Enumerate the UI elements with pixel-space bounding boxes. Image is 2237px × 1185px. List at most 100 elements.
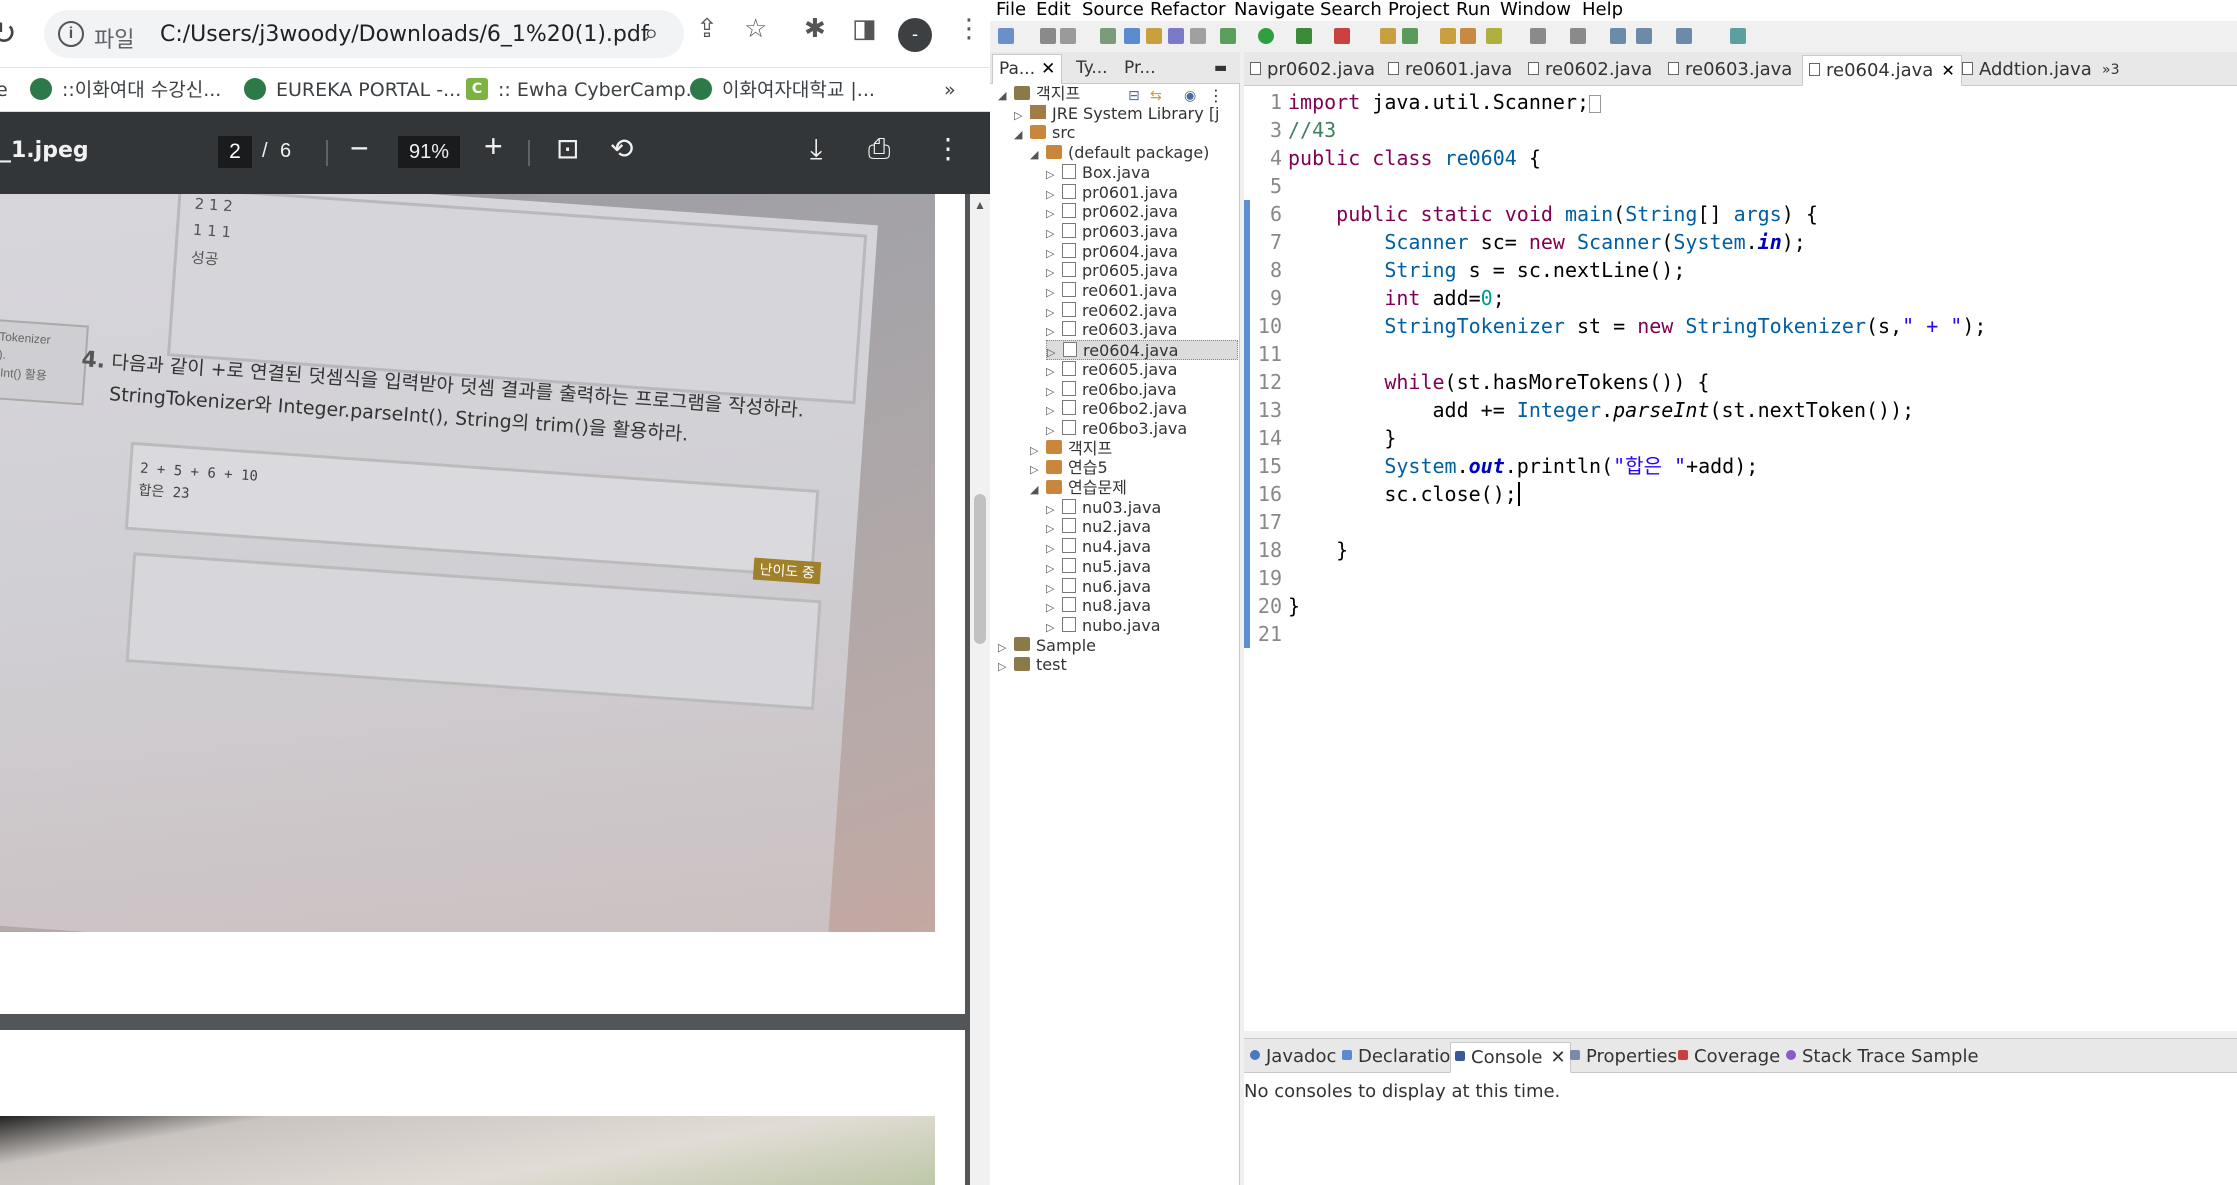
close-icon[interactable]: ✕ bbox=[1550, 1047, 1565, 1068]
menu-help[interactable]: Help bbox=[1582, 0, 1623, 20]
site-info-icon[interactable]: i bbox=[58, 21, 84, 47]
tree-file-item[interactable]: ▷ pr0601.java bbox=[1046, 183, 1178, 203]
tree-node[interactable]: ◢ src bbox=[1014, 123, 1075, 143]
toolbar-icon[interactable] bbox=[1100, 28, 1116, 44]
bookmark-star-icon[interactable]: ☆ bbox=[744, 14, 767, 44]
toolbar-icon[interactable] bbox=[1168, 28, 1184, 44]
fit-page-icon[interactable]: ⊡ bbox=[556, 132, 579, 165]
editor-tab[interactable]: re0603.java bbox=[1662, 55, 1798, 86]
save-icon[interactable] bbox=[1040, 28, 1056, 44]
close-icon[interactable]: ✕ bbox=[1941, 61, 1954, 80]
download-icon[interactable]: ⤓ bbox=[810, 132, 822, 166]
bookmark-item[interactable]: 이화여자대학교 |... bbox=[690, 68, 875, 112]
new-class-icon[interactable] bbox=[1402, 28, 1418, 44]
expanded-arrow-icon[interactable]: ◢ bbox=[1014, 125, 1024, 145]
menu-project[interactable]: Project bbox=[1388, 0, 1450, 20]
debug-icon[interactable] bbox=[1220, 28, 1236, 44]
menu-search[interactable]: Search bbox=[1320, 0, 1382, 20]
editor-tab[interactable]: pr0602.java bbox=[1244, 55, 1381, 86]
tree-file-item[interactable]: ▷ re0604.java bbox=[1046, 340, 1238, 361]
expanded-arrow-icon[interactable]: ◢ bbox=[998, 86, 1008, 106]
side-panel-icon[interactable]: ◨ bbox=[852, 14, 877, 44]
tab-package-explorer[interactable]: Pa... ✕ bbox=[992, 54, 1063, 84]
close-icon[interactable]: ✕ bbox=[1041, 59, 1055, 79]
tree-file-item[interactable]: ▷ nu2.java bbox=[1046, 517, 1151, 537]
menu-window[interactable]: Window bbox=[1500, 0, 1571, 20]
bookmark-item[interactable]: ::이화여대 수강신... bbox=[30, 68, 221, 112]
bookmark-item[interactable]: C:: Ewha CyberCamp... bbox=[466, 68, 704, 112]
tree-file-item[interactable]: ▷ re0602.java bbox=[1046, 301, 1177, 321]
annotation-icon[interactable] bbox=[1570, 28, 1586, 44]
tab-type-hierarchy[interactable]: Ty... bbox=[1070, 54, 1114, 84]
tree-file-item[interactable]: ▷ Box.java bbox=[1046, 163, 1150, 183]
toolbar-icon[interactable] bbox=[1146, 28, 1162, 44]
run-icon[interactable] bbox=[1258, 28, 1274, 44]
bookmark-item[interactable]: EUREKA PORTAL -... bbox=[244, 68, 461, 112]
tab-stack-trace-sample[interactable]: Stack Trace Sample bbox=[1782, 1042, 1983, 1073]
tab-javadoc[interactable]: Javadoc bbox=[1246, 1042, 1340, 1073]
tab-properties[interactable]: Properties bbox=[1566, 1042, 1681, 1073]
collapsed-arrow-icon[interactable]: ▷ bbox=[998, 657, 1008, 677]
tree-file-item[interactable]: ▷ re06bo3.java bbox=[1046, 419, 1187, 439]
menu-kebab-icon[interactable]: ⋮ bbox=[956, 14, 982, 44]
expanded-arrow-icon[interactable]: ◢ bbox=[1030, 145, 1040, 165]
new-icon[interactable] bbox=[998, 28, 1014, 44]
zoom-in-icon[interactable]: + bbox=[484, 128, 503, 165]
tree-file-item[interactable]: ▷ re06bo2.java bbox=[1046, 399, 1187, 419]
toolbar-icon[interactable] bbox=[1190, 28, 1206, 44]
tabs-overflow[interactable]: »3 bbox=[2096, 55, 2125, 86]
tree-file-item[interactable]: ▷ re0601.java bbox=[1046, 281, 1177, 301]
save-all-icon[interactable] bbox=[1060, 28, 1076, 44]
tree-node[interactable]: ▷ Sample bbox=[998, 636, 1096, 656]
tree-file-item[interactable]: ▷ pr0604.java bbox=[1046, 242, 1178, 262]
code-editor[interactable]: 1 3 4 5 6 7 8 9 10 11 12 13 14 15 16 17 … bbox=[1244, 86, 2237, 1031]
tree-file-item[interactable]: ▷ nu5.java bbox=[1046, 557, 1151, 577]
scroll-thumb[interactable] bbox=[974, 494, 986, 644]
tree-node[interactable]: ▷ JRE System Library [j bbox=[1014, 104, 1220, 124]
tree-file-item[interactable]: ▷ re0605.java bbox=[1046, 360, 1177, 380]
open-type-icon[interactable] bbox=[1440, 28, 1456, 44]
expanded-arrow-icon[interactable]: ◢ bbox=[1030, 480, 1040, 500]
editor-tab[interactable]: re0601.java bbox=[1382, 55, 1518, 86]
tree-node[interactable]: ◢ 객지프 bbox=[998, 84, 1080, 104]
tree-node[interactable]: ◢ 연습문제 bbox=[1030, 478, 1127, 498]
back-icon[interactable] bbox=[1610, 28, 1626, 44]
more-actions-icon[interactable]: ⋮ bbox=[934, 132, 962, 165]
coverage-icon[interactable] bbox=[1296, 28, 1312, 44]
tree-file-item[interactable]: ▷ pr0605.java bbox=[1046, 261, 1178, 281]
page-number-input[interactable]: 2 bbox=[218, 136, 252, 168]
tree-file-item[interactable]: ▷ pr0602.java bbox=[1046, 202, 1178, 222]
tree-file-item[interactable]: ▷ nu6.java bbox=[1046, 577, 1151, 597]
tree-node[interactable]: ▷ 객지프 bbox=[1030, 439, 1112, 459]
zoom-search-icon[interactable]: ⌕ bbox=[644, 18, 659, 49]
tab-coverage[interactable]: Coverage bbox=[1674, 1042, 1784, 1073]
forward-icon[interactable] bbox=[1676, 28, 1692, 44]
tree-node[interactable]: ▷ 연습5 bbox=[1030, 458, 1108, 478]
url-text[interactable]: C:/Users/j3woody/Downloads/6_1%20(1).pdf bbox=[160, 22, 649, 47]
tree-file-item[interactable]: ▷ pr0603.java bbox=[1046, 222, 1178, 242]
editor-tab[interactable]: re0602.java bbox=[1522, 55, 1658, 86]
extensions-icon[interactable]: ✱ bbox=[804, 14, 826, 44]
tree-file-item[interactable]: ▷ nu8.java bbox=[1046, 596, 1151, 616]
tab-console[interactable]: Console ✕ bbox=[1450, 1042, 1571, 1073]
external-tools-icon[interactable] bbox=[1334, 28, 1350, 44]
menu-refactor[interactable]: Refactor bbox=[1150, 0, 1226, 20]
tab-project-explorer[interactable]: Pr... bbox=[1118, 54, 1162, 84]
search-icon[interactable] bbox=[1486, 28, 1502, 44]
menu-navigate[interactable]: Navigate bbox=[1234, 0, 1315, 20]
avatar[interactable]: - bbox=[898, 18, 932, 52]
menu-edit[interactable]: Edit bbox=[1036, 0, 1071, 20]
reload-icon[interactable]: ↻ bbox=[0, 14, 30, 54]
tree-file-item[interactable]: ▷ nu4.java bbox=[1046, 537, 1151, 557]
tree-file-item[interactable]: ▷ re0603.java bbox=[1046, 320, 1177, 340]
annotation-icon[interactable] bbox=[1530, 28, 1546, 44]
share-icon[interactable]: ⇪ bbox=[696, 14, 718, 44]
toolbar-icon[interactable] bbox=[1124, 28, 1140, 44]
menu-source[interactable]: Source bbox=[1082, 0, 1144, 20]
tree-file-item[interactable]: ▷ nu03.java bbox=[1046, 498, 1161, 518]
open-task-icon[interactable] bbox=[1460, 28, 1476, 44]
minimize-icon[interactable]: ▬ bbox=[1208, 54, 1233, 84]
menu-file[interactable]: File bbox=[996, 0, 1026, 20]
tree-node[interactable]: ◢ (default package) bbox=[1030, 143, 1209, 163]
zoom-input[interactable]: 91% bbox=[398, 136, 460, 168]
